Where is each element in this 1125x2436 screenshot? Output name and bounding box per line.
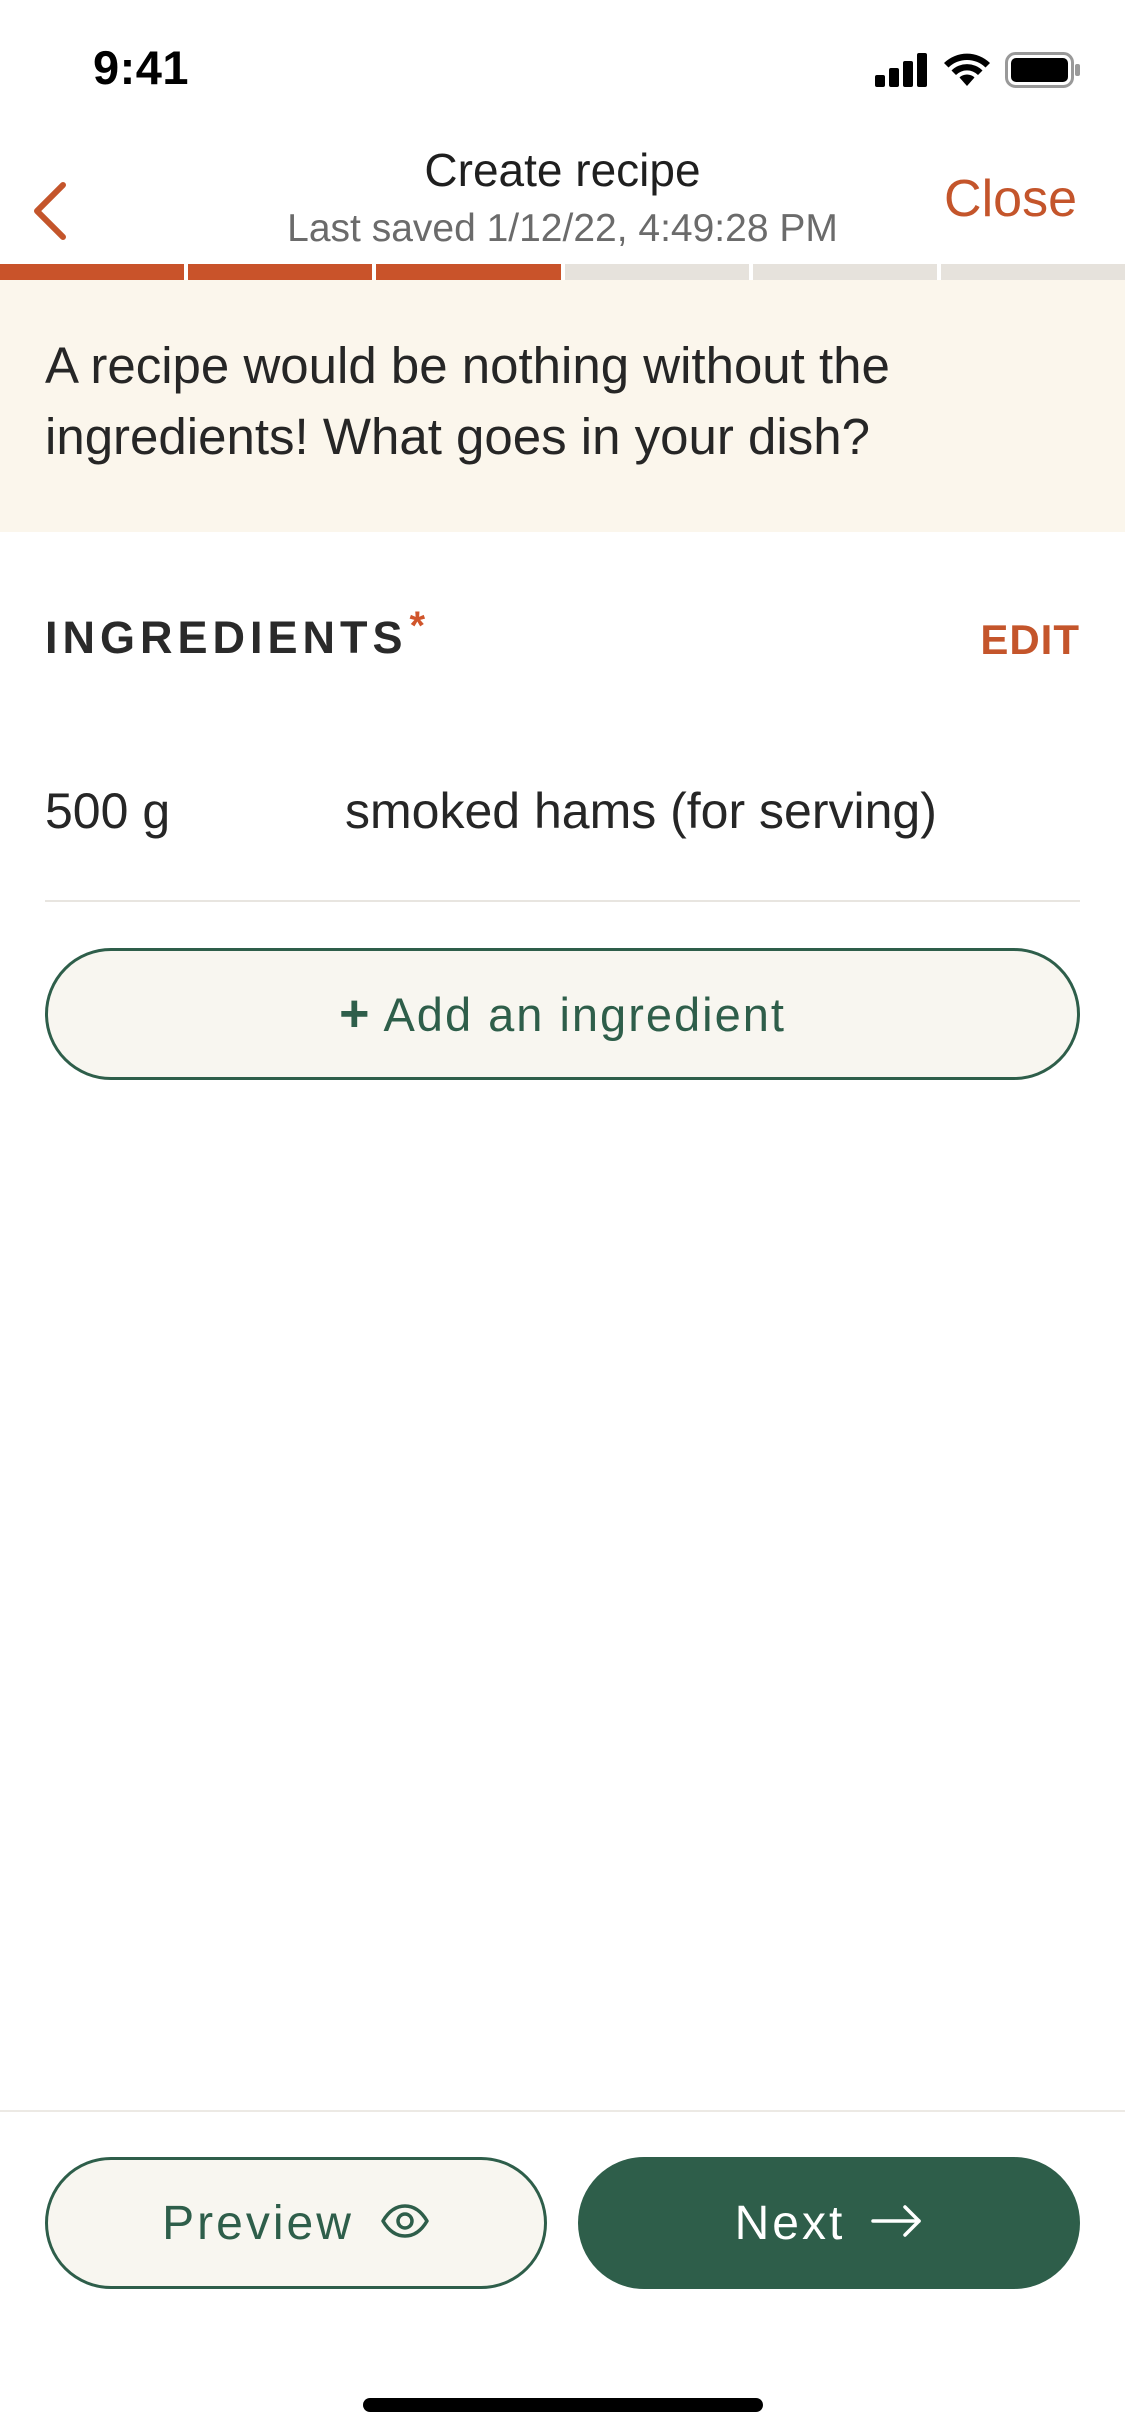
battery-icon <box>1005 52 1081 88</box>
arrow-right-icon <box>871 2204 923 2243</box>
plus-icon: + <box>339 985 370 1043</box>
add-ingredient-button[interactable]: + Add an ingredient <box>45 948 1080 1080</box>
status-icons <box>875 48 1081 92</box>
ingredient-quantity: 500 g <box>45 783 171 839</box>
preview-button[interactable]: Preview <box>45 2157 547 2289</box>
bottom-divider <box>0 2110 1125 2112</box>
info-banner: A recipe would be nothing without the in… <box>0 280 1125 532</box>
wifi-icon <box>943 52 991 88</box>
banner-text: A recipe would be nothing without the in… <box>45 337 890 465</box>
ingredient-row[interactable]: 500 g smoked hams (for serving) <box>45 760 1080 902</box>
step-progress-bar <box>0 264 1125 280</box>
ingredients-section-header: INGREDIENTS* EDIT <box>45 604 1080 672</box>
progress-segment <box>188 264 373 280</box>
progress-segment <box>752 264 937 280</box>
status-bar: 9:41 <box>0 0 1125 135</box>
progress-segment <box>376 264 561 280</box>
add-ingredient-label: Add an ingredient <box>383 987 786 1041</box>
ingredient-name: smoked hams (for serving) <box>345 783 937 839</box>
progress-segment <box>564 264 749 280</box>
nav-header: Create recipe Last saved 1/12/22, 4:49:2… <box>0 135 1125 265</box>
section-title-text: INGREDIENTS <box>45 612 408 663</box>
cellular-signal-icon <box>875 53 929 87</box>
preview-label: Preview <box>162 2196 354 2250</box>
next-button[interactable]: Next <box>578 2157 1080 2289</box>
progress-segment <box>0 264 185 280</box>
close-button[interactable]: Close <box>944 169 1077 229</box>
section-title: INGREDIENTS* <box>45 604 430 664</box>
eye-icon <box>380 2203 430 2243</box>
status-time: 9:41 <box>93 41 190 94</box>
edit-button[interactable]: EDIT <box>980 616 1080 664</box>
next-label: Next <box>734 2196 846 2250</box>
progress-segment <box>940 264 1125 280</box>
home-indicator <box>363 2398 763 2412</box>
required-marker: * <box>409 604 431 648</box>
